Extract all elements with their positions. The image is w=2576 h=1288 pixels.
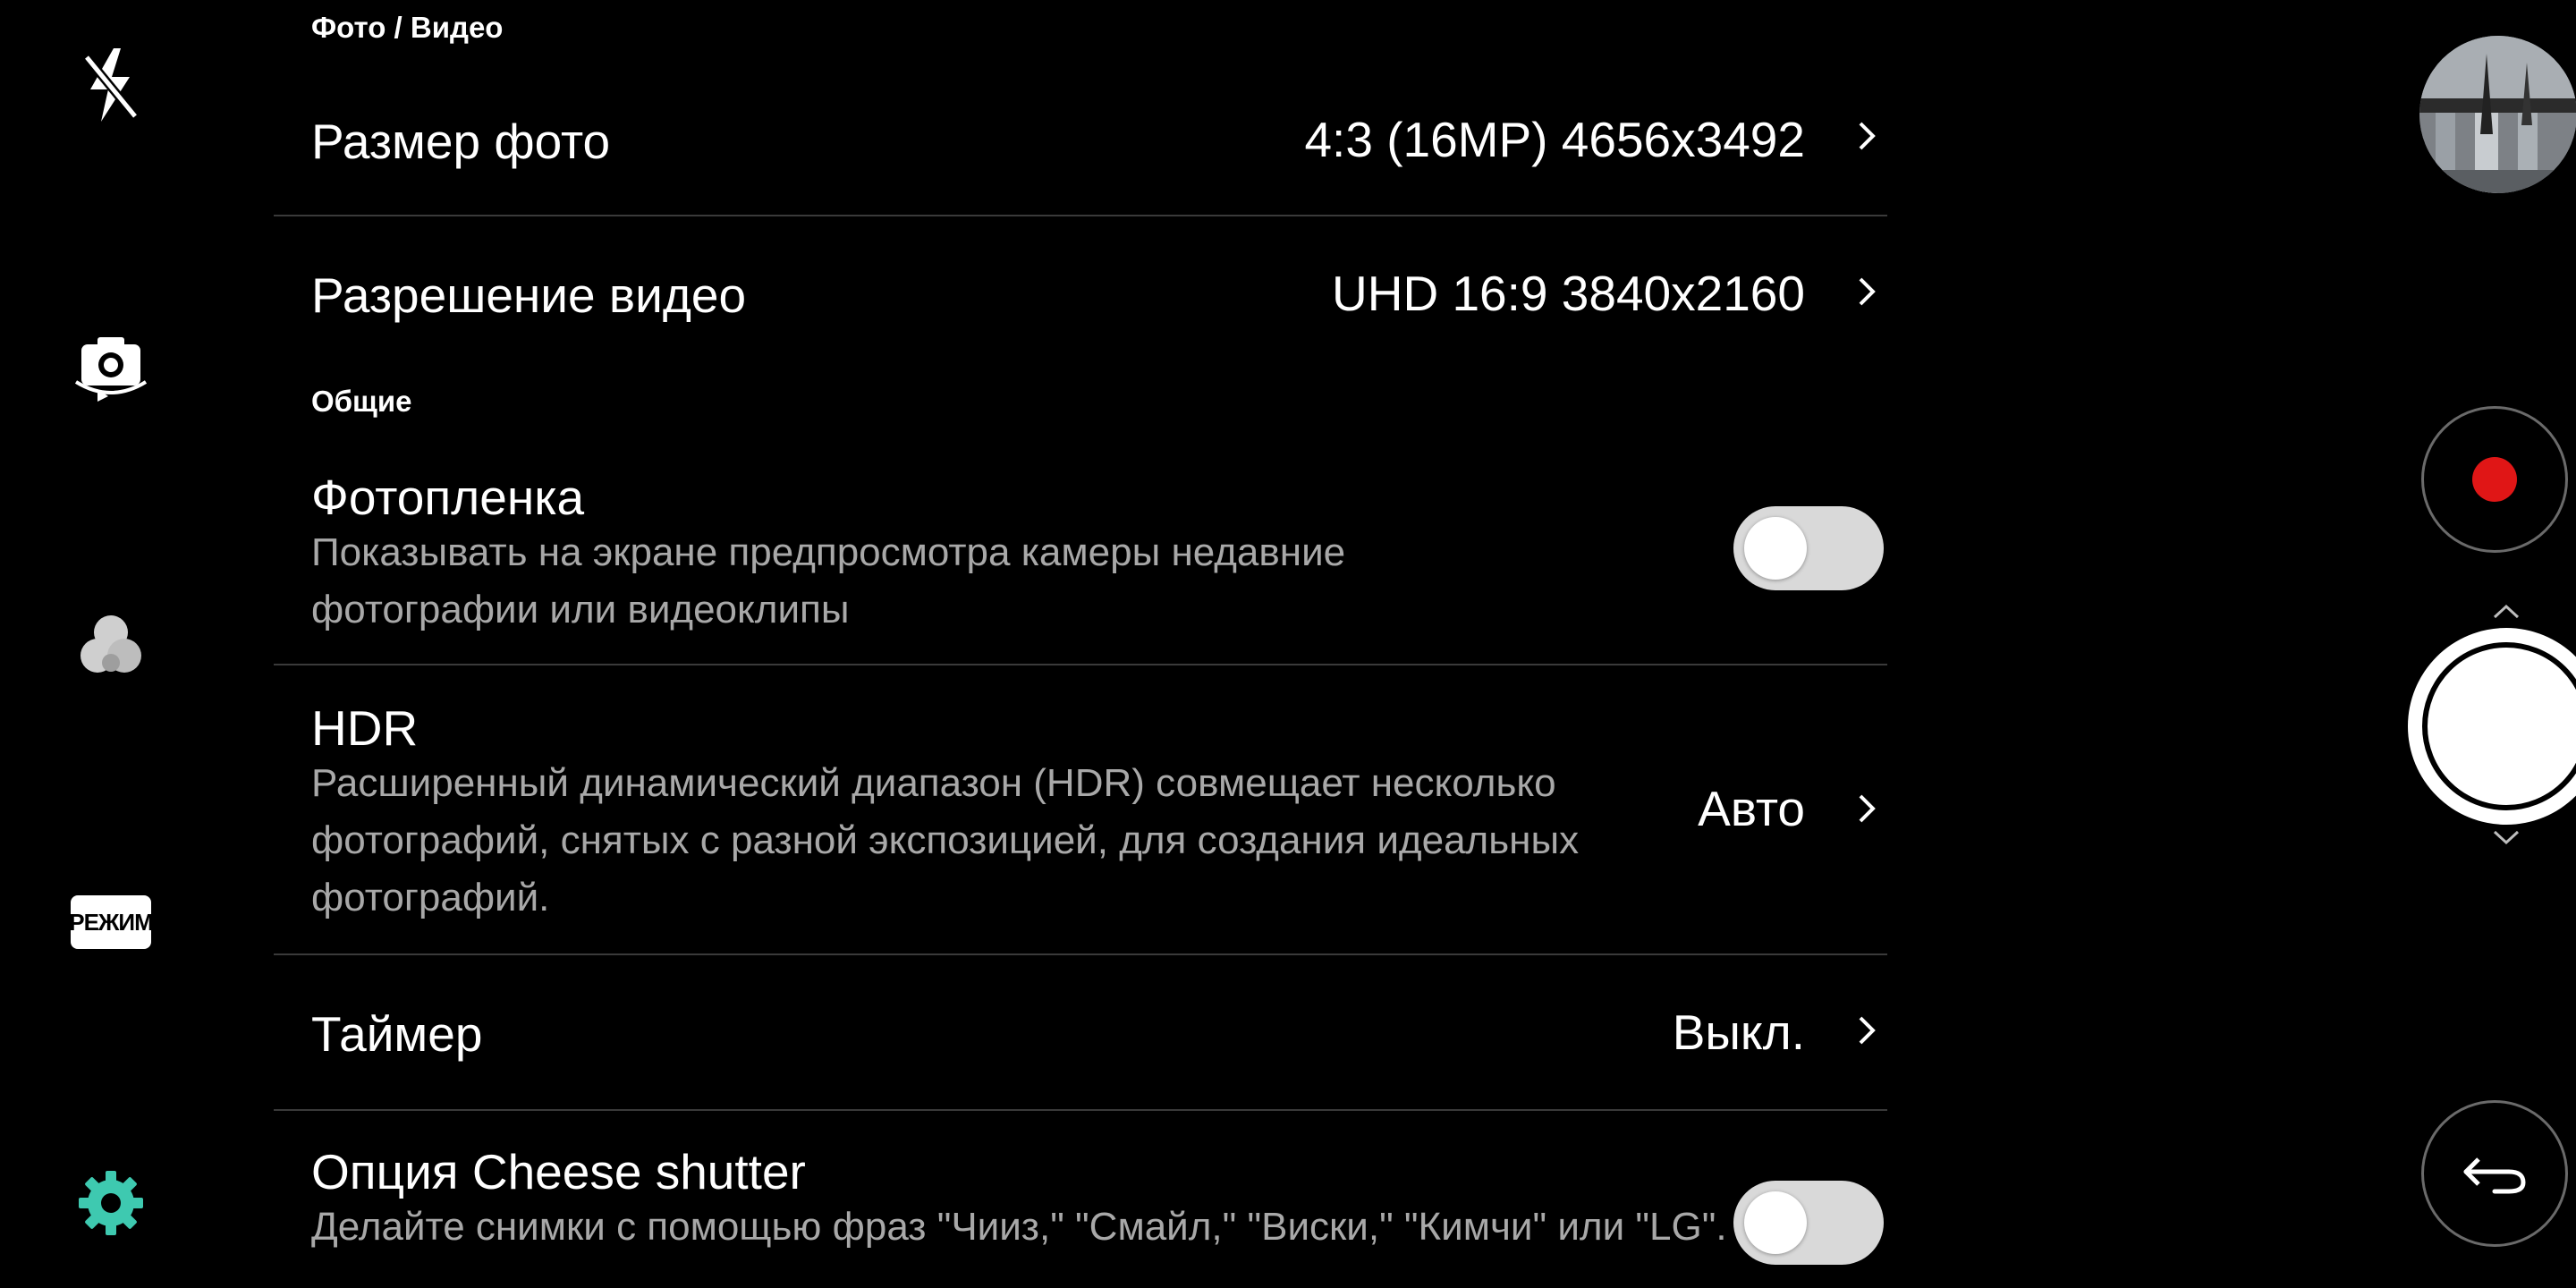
gallery-thumbnail-image (2419, 36, 2576, 193)
setting-description: Расширенный динамический диапазон (HDR) … (311, 761, 1580, 919)
setting-description: Показывать на экране предпросмотра камер… (311, 530, 1346, 631)
camera-switch-icon (74, 337, 148, 402)
setting-title: HDR (311, 700, 419, 756)
setting-photo-size[interactable]: Размер фото 4:3 (16MP) 4656x3492 (274, 63, 1887, 216)
setting-hdr[interactable]: HDR Расширенный динамический диапазон (H… (274, 665, 1887, 953)
cheese-shutter-toggle[interactable] (1733, 1181, 1884, 1265)
section-title-photo-video: Фото / Видео (311, 11, 504, 44)
chevron-right-icon (1859, 794, 1876, 823)
setting-timer[interactable]: Таймер Выкл. (274, 955, 1887, 1109)
record-video-button[interactable] (2421, 406, 2568, 553)
back-arrow-icon (2463, 1157, 2526, 1194)
flash-off-button[interactable] (57, 31, 165, 139)
back-button[interactable] (2421, 1100, 2568, 1247)
section-title-general: Общие (311, 385, 412, 418)
right-bar (2334, 0, 2576, 1288)
setting-title: Размер фото (311, 114, 611, 169)
filter-button[interactable] (57, 594, 165, 701)
shutter-button[interactable] (2408, 628, 2576, 825)
setting-value: UHD 16:9 3840x2160 (1332, 266, 1805, 321)
mode-button[interactable]: РЕЖИМ (57, 869, 165, 976)
record-icon (2472, 457, 2517, 502)
settings-list: Фото / Видео Размер фото 4:3 (16MP) 4656… (274, 0, 1887, 1288)
setting-title: Разрешение видео (311, 267, 747, 323)
chevron-right-icon (1859, 1016, 1876, 1045)
shutter-inner-ring (2422, 642, 2576, 810)
film-strip-toggle[interactable] (1733, 506, 1884, 590)
setting-title: Опция Cheese shutter (311, 1144, 806, 1199)
toggle-knob (1744, 1191, 1807, 1254)
gear-icon (79, 1171, 143, 1235)
settings-button[interactable] (57, 1149, 165, 1257)
setting-film-strip[interactable]: Фотопленка Показывать на экране предпрос… (274, 447, 1887, 664)
setting-value: 4:3 (16MP) 4656x3492 (1304, 112, 1805, 167)
chevron-down-icon (2493, 830, 2520, 845)
flash-off-icon (83, 48, 139, 122)
mode-label: РЕЖИМ (69, 895, 154, 949)
left-toolbar: РЕЖИМ (0, 0, 224, 1288)
gallery-thumbnail[interactable] (2419, 36, 2576, 193)
setting-value: Авто (1698, 781, 1805, 836)
chevron-right-icon (1859, 122, 1876, 150)
toggle-knob (1744, 517, 1807, 580)
setting-title: Фотопленка (311, 470, 585, 525)
chevron-right-icon (1859, 277, 1876, 306)
setting-title: Таймер (311, 1006, 483, 1062)
setting-cheese-shutter[interactable]: Опция Cheese shutter Делайте снимки с по… (274, 1111, 1887, 1288)
filter-icon (80, 615, 141, 673)
chevron-up-icon (2493, 604, 2520, 619)
setting-description: Делайте снимки с помощью фраз "Чииз," "С… (311, 1205, 1727, 1249)
switch-camera-button[interactable] (57, 309, 165, 417)
setting-value: Выкл. (1672, 1004, 1805, 1060)
setting-video-resolution[interactable]: Разрешение видео UHD 16:9 3840x2160 (274, 216, 1887, 360)
